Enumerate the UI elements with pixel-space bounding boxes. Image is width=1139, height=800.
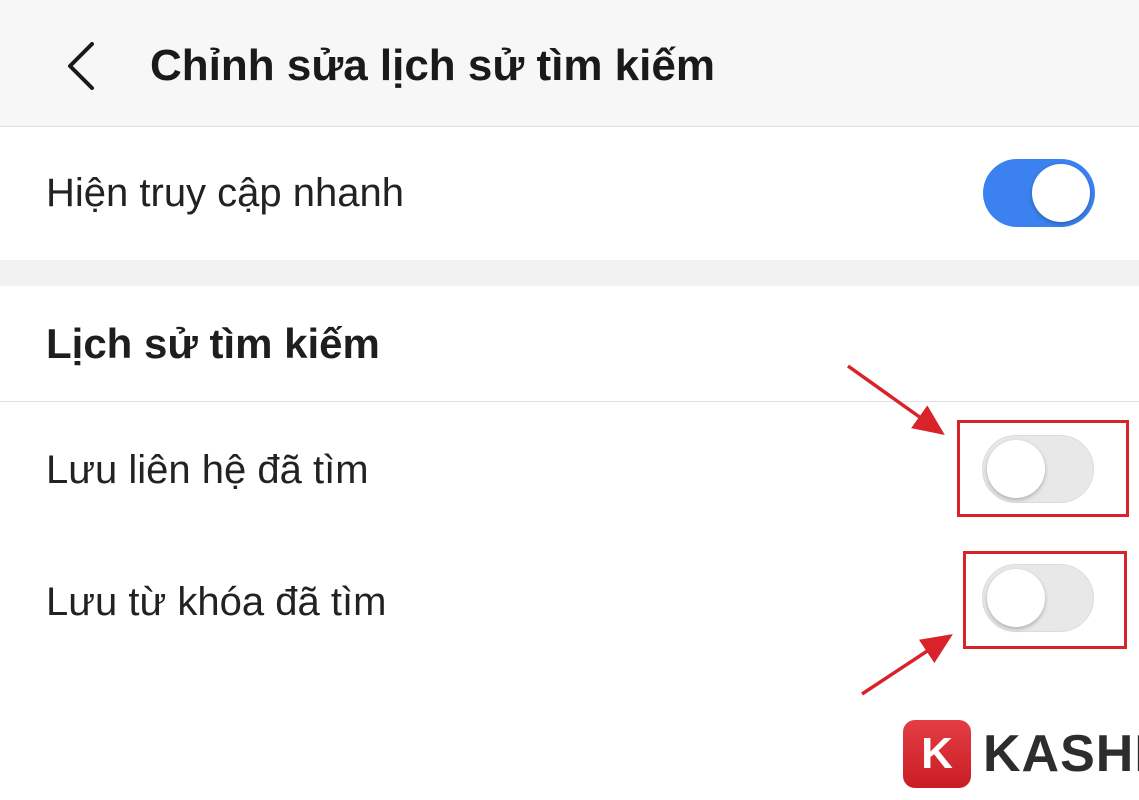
highlight-box-save-contacts — [957, 420, 1129, 517]
section-header-search-history: Lịch sử tìm kiếm — [0, 286, 1139, 402]
section-divider — [0, 260, 1139, 286]
settings-row-quick-access: Hiện truy cập nhanh — [0, 127, 1139, 260]
page-title: Chỉnh sửa lịch sử tìm kiếm — [150, 41, 715, 90]
top-app-bar: Chỉnh sửa lịch sử tìm kiếm — [0, 0, 1139, 127]
quick-access-label: Hiện truy cập nhanh — [46, 171, 405, 215]
chevron-left-icon — [68, 42, 94, 90]
highlight-box-save-keywords — [963, 551, 1127, 649]
quick-access-toggle[interactable] — [983, 159, 1095, 227]
section-title: Lịch sử tìm kiếm — [46, 320, 380, 367]
save-keywords-label: Lưu từ khóa đã tìm — [46, 580, 387, 624]
logo-text: KASHI — [983, 725, 1139, 783]
save-contacts-label: Lưu liên hệ đã tìm — [46, 448, 369, 492]
back-button[interactable] — [52, 36, 112, 96]
toggle-knob — [1032, 164, 1090, 222]
logo-badge: K — [903, 720, 971, 788]
